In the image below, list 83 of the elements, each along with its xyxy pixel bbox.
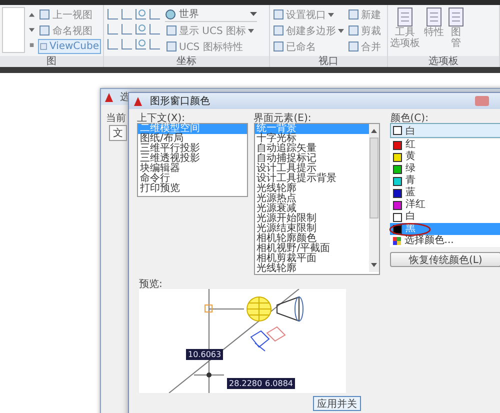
color-option[interactable]: 洋红 bbox=[390, 199, 500, 211]
color-option[interactable]: 红 bbox=[390, 139, 500, 151]
caret-icon bbox=[248, 28, 254, 32]
context-item[interactable]: 块编辑器 bbox=[138, 164, 247, 174]
color-option[interactable]: 蓝 bbox=[390, 187, 500, 199]
color-dropdown[interactable]: 白 bbox=[390, 123, 500, 138]
button-label: 管 bbox=[451, 38, 461, 49]
ucs-axis-icon[interactable] bbox=[148, 8, 161, 21]
ucs-axis-icon[interactable] bbox=[120, 38, 133, 51]
ucs-axis-icon[interactable] bbox=[134, 38, 147, 51]
highlight-circle bbox=[389, 223, 432, 236]
tool-icon bbox=[166, 41, 177, 52]
element-item[interactable]: 光源衰减 bbox=[254, 204, 370, 214]
panel-title: 坐标 bbox=[104, 56, 269, 67]
ucs-axis-icon[interactable] bbox=[106, 23, 119, 36]
caret-icon bbox=[338, 28, 344, 32]
color-option[interactable]: 青 bbox=[390, 175, 500, 187]
color-option[interactable]: 选择颜色... bbox=[390, 235, 500, 247]
tool-icon bbox=[166, 25, 177, 36]
tool-icon bbox=[348, 25, 359, 36]
dialog-tab[interactable]: 文 bbox=[109, 125, 127, 141]
button-label: 工具 bbox=[395, 27, 415, 38]
dialog-title: 图形窗口颜色 bbox=[150, 94, 210, 108]
panel-title: 选项板 bbox=[388, 56, 499, 67]
dimension-readout: 6.0884 bbox=[263, 378, 295, 389]
ucs-axis-icon[interactable] bbox=[106, 38, 119, 51]
context-label: 上下文(X): bbox=[137, 112, 186, 122]
tool-icon bbox=[348, 41, 359, 52]
button-label: 图 bbox=[451, 27, 461, 38]
restore-colors-button[interactable]: 恢复传统颜色(L) bbox=[390, 252, 500, 267]
tool-icon bbox=[39, 25, 50, 36]
current-label: 当前 bbox=[106, 112, 126, 125]
element-item[interactable]: 光源结束限制 bbox=[254, 224, 370, 234]
ucs-axis-icon[interactable] bbox=[134, 8, 147, 21]
element-item[interactable]: 自动追踪矢量 bbox=[254, 144, 370, 154]
preview-label: 预览: bbox=[139, 278, 164, 288]
tool-icon bbox=[39, 9, 50, 20]
ucs-axis-icon[interactable] bbox=[106, 8, 119, 21]
apply-close-button[interactable]: 应用并关 bbox=[313, 396, 361, 411]
panel-title: 视口 bbox=[270, 56, 387, 67]
ucs-axis-icon[interactable] bbox=[120, 23, 133, 36]
ucs-axis-icon[interactable] bbox=[148, 38, 161, 51]
element-item[interactable]: 相机剪裁平面 bbox=[254, 254, 370, 264]
tool-icon bbox=[273, 9, 284, 20]
dimension-readout: 28.2280 bbox=[227, 378, 264, 389]
tool-icon bbox=[273, 25, 284, 36]
tool-icon bbox=[273, 41, 284, 52]
element-item[interactable]: 自动捕捉标记 bbox=[254, 154, 370, 164]
color-option[interactable]: 白 bbox=[390, 211, 500, 223]
context-item[interactable]: 图纸/布局 bbox=[138, 134, 247, 144]
color-label: 颜色(C): bbox=[390, 112, 430, 122]
color-option[interactable]: 绿 bbox=[390, 163, 500, 175]
ucs-axis-icon[interactable] bbox=[134, 23, 147, 36]
context-item[interactable]: 打印预览 bbox=[138, 184, 247, 194]
element-item[interactable]: 十字光标 bbox=[254, 134, 370, 144]
context-item[interactable]: 命令行 bbox=[138, 174, 247, 184]
button-label: 选项板 bbox=[390, 38, 420, 49]
scrollbar-drawing[interactable] bbox=[369, 124, 380, 272]
caret-icon bbox=[328, 12, 334, 16]
element-item[interactable]: 相机视野/平截面 bbox=[254, 244, 370, 254]
globe-icon bbox=[165, 8, 176, 20]
element-item[interactable]: 光源热点 bbox=[254, 194, 370, 204]
element-item[interactable]: 设计工具提示 bbox=[254, 164, 370, 174]
element-item[interactable]: 设计工具提示背景 bbox=[254, 174, 370, 184]
element-item[interactable]: 光线轮廓 bbox=[254, 264, 370, 274]
dimension-readout: 10.6063 bbox=[186, 349, 224, 360]
panel-title: 图 bbox=[0, 56, 103, 67]
element-item[interactable]: 相机轮廓颜色 bbox=[254, 234, 370, 244]
color-value: 白 bbox=[405, 124, 416, 138]
context-item[interactable]: 三维透视投影 bbox=[138, 154, 247, 164]
button-label: 特性 bbox=[424, 27, 444, 38]
ucs-axis-icon[interactable] bbox=[120, 8, 133, 21]
ucs-dropdown[interactable]: 世界 bbox=[165, 7, 257, 22]
ucs-axis-icon[interactable] bbox=[148, 23, 161, 36]
element-item[interactable]: 光线轮廓 bbox=[254, 184, 370, 194]
elements-label: 界面元素(E): bbox=[254, 112, 312, 122]
context-item[interactable]: 三维平行投影 bbox=[138, 144, 247, 154]
tool-icon bbox=[348, 9, 359, 20]
caret-icon bbox=[250, 12, 257, 16]
tool-icon bbox=[40, 41, 48, 52]
palette-icon bbox=[393, 237, 402, 245]
color-option[interactable]: 黄 bbox=[390, 151, 500, 163]
element-item[interactable]: 光源开始限制 bbox=[254, 214, 370, 224]
